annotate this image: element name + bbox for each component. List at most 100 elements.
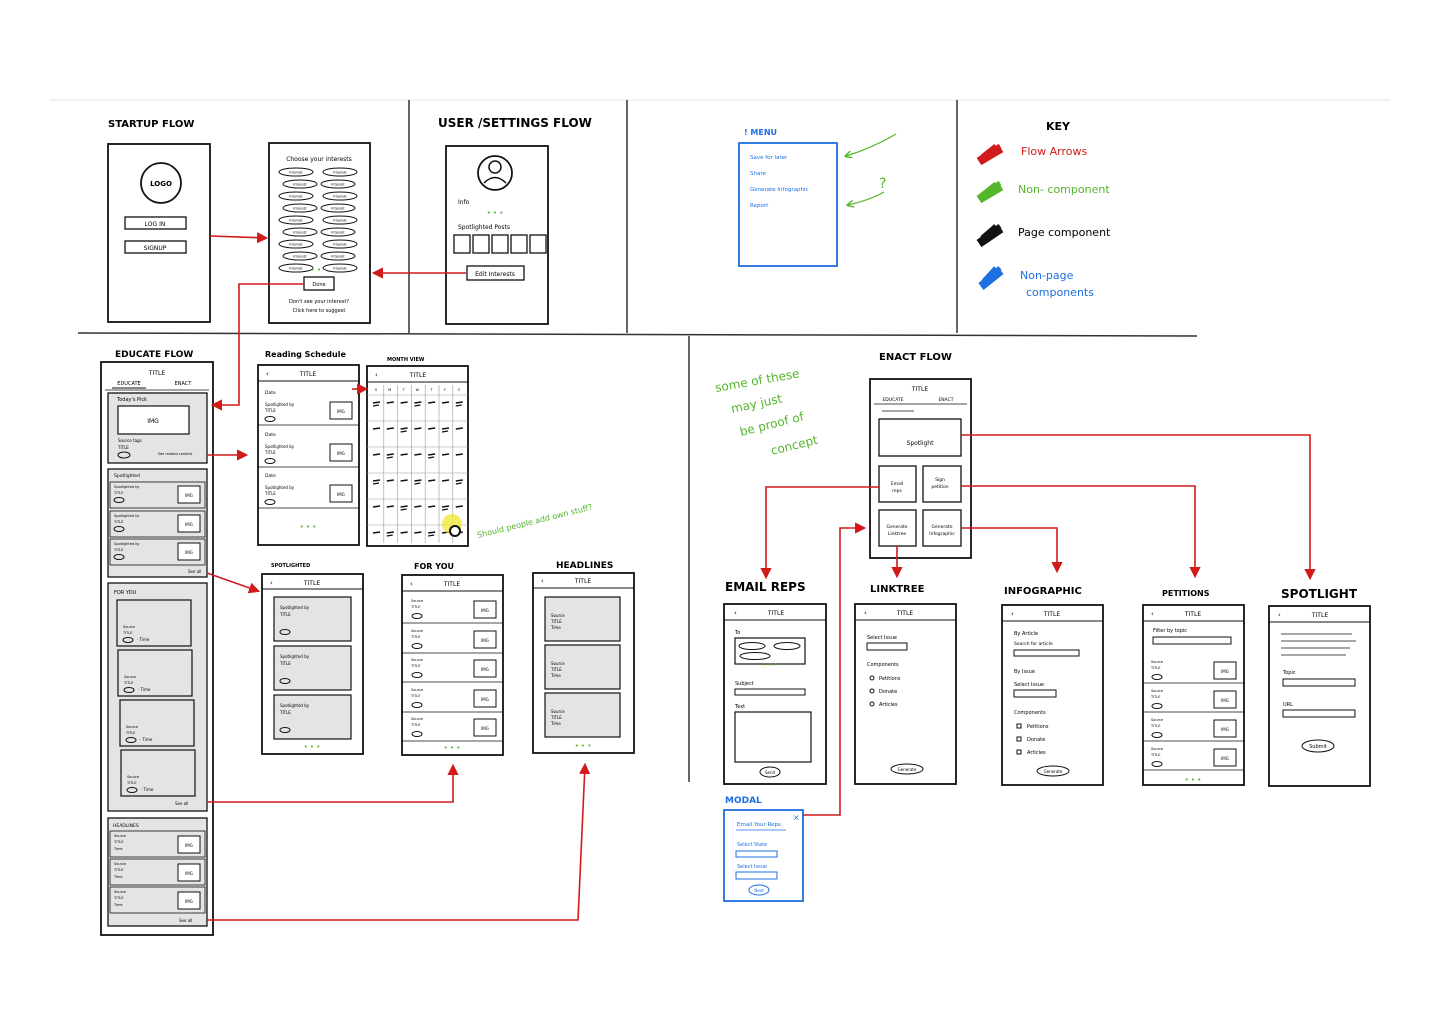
calendar-event-mark[interactable] [414, 453, 422, 456]
educate-tab-educate[interactable]: EDUCATE [117, 381, 140, 387]
calendar-event-mark[interactable] [455, 401, 463, 404]
calendar-event-mark[interactable] [386, 505, 394, 508]
menu-item[interactable]: Generate Infographic [750, 187, 809, 193]
email-body-input[interactable] [734, 711, 812, 763]
calendar-event-mark[interactable] [400, 453, 408, 456]
user-dots: • • • [487, 209, 504, 217]
calendar-event-mark[interactable] [372, 453, 381, 456]
calendar-event-mark[interactable] [414, 479, 422, 482]
foryou-see-all[interactable]: See all [175, 801, 188, 806]
interest-pill-label: Interest [293, 207, 307, 211]
petitions-filter-input[interactable] [1152, 636, 1232, 645]
petitions-back-icon[interactable]: ‹ [1151, 610, 1154, 618]
calendar-event-mark[interactable] [455, 505, 463, 508]
todays-pick-source: Source tags [118, 438, 142, 443]
calendar-event-mark[interactable] [441, 453, 450, 456]
foryou-card[interactable] [117, 649, 193, 697]
calendar-event-mark[interactable] [455, 479, 463, 482]
row-thumbnail-label: IMG [1221, 727, 1229, 732]
calendar-event-mark[interactable] [441, 427, 450, 430]
infographic-article-search[interactable] [1013, 649, 1080, 657]
foryou-card[interactable] [120, 749, 196, 797]
calendar-event-mark[interactable] [372, 505, 381, 508]
spotlight-topic-input[interactable] [1282, 678, 1356, 687]
foryou-card[interactable] [116, 599, 192, 647]
headlines-see-all[interactable]: See all [179, 918, 192, 923]
spotlighted-see-all[interactable]: See all [188, 569, 201, 574]
calendar-event-mark[interactable] [428, 401, 436, 404]
calendar-event-mark[interactable] [428, 505, 436, 508]
calendar-event-mark[interactable] [455, 453, 463, 456]
calendar-event-mark[interactable] [400, 479, 408, 482]
calendar-event-mark[interactable] [428, 531, 436, 534]
educate-tab-enact[interactable]: ENACT [175, 381, 193, 387]
spotlighted-post-thumb[interactable] [472, 234, 490, 254]
calendar-event-mark[interactable] [372, 479, 381, 482]
calendar-event-mark[interactable] [455, 427, 463, 430]
foryou-back-icon[interactable]: ‹ [410, 580, 413, 588]
calendar-event-mark[interactable] [441, 479, 450, 482]
calendar-event-mark[interactable] [414, 401, 422, 404]
calendar-event-mark[interactable] [441, 401, 450, 404]
interest-pill-label: Interest [333, 195, 347, 199]
calendar-event-mark[interactable] [414, 505, 422, 508]
calendar-event-mark[interactable] [428, 427, 436, 430]
row-thumbnail-label: IMG [1221, 698, 1229, 703]
menu-item[interactable]: Report [750, 203, 769, 209]
spotlight-url-input[interactable] [1282, 709, 1356, 718]
spotlight-label: SPOTLIGHT [1281, 587, 1358, 601]
spot-list-back-icon[interactable]: ‹ [270, 579, 273, 587]
calendar-event-mark[interactable] [386, 401, 394, 404]
foryou-card[interactable] [119, 699, 195, 747]
calendar-event-mark[interactable] [400, 531, 408, 534]
calendar-event-mark[interactable] [414, 531, 422, 534]
modal-issue-select[interactable] [735, 871, 778, 880]
headlines-back-icon[interactable]: ‹ [541, 577, 544, 585]
headline-row-time: Time [113, 847, 123, 851]
tile-sign-petition[interactable] [922, 465, 962, 503]
calendar-event-mark[interactable] [428, 453, 436, 456]
modal-state-select[interactable] [735, 850, 778, 858]
enact-spotlight-card[interactable] [878, 418, 962, 457]
spotlight-back-icon[interactable]: ‹ [1278, 611, 1281, 619]
linktree-issue-select[interactable] [866, 642, 908, 651]
reading-back-icon[interactable]: ‹ [266, 370, 269, 378]
calendar-event-mark[interactable] [386, 427, 394, 430]
legend-swatch-red [976, 143, 1004, 166]
spotlighted-post-thumb[interactable] [453, 234, 471, 254]
enact-tab-educate[interactable]: EDUCATE [882, 397, 903, 403]
headline-card-time: Time [550, 673, 561, 678]
calendar-add-icon[interactable] [449, 525, 461, 537]
spotlighted-post-thumb[interactable] [529, 234, 547, 254]
menu-item[interactable]: Share [750, 171, 766, 177]
calendar-event-mark[interactable] [414, 427, 422, 430]
email-dots: • • • [763, 662, 777, 669]
email-back-icon[interactable]: ‹ [734, 609, 737, 617]
spotlighted-post-thumb[interactable] [510, 234, 528, 254]
email-subject-input[interactable] [734, 688, 806, 696]
modal-close-icon[interactable]: × [793, 813, 800, 822]
spotlighted-post-thumb[interactable] [491, 234, 509, 254]
todays-pick-more[interactable]: See related content [158, 452, 193, 456]
linktree-back-icon[interactable]: ‹ [864, 609, 867, 617]
infographic-back-icon[interactable]: ‹ [1011, 610, 1014, 618]
calendar-event-mark[interactable] [441, 505, 450, 508]
email-recipients-box[interactable] [734, 637, 806, 665]
infographic-issue-select[interactable] [1013, 689, 1057, 698]
month-back-icon[interactable]: ‹ [375, 371, 378, 379]
calendar-event-mark[interactable] [400, 401, 408, 404]
calendar-event-mark[interactable] [372, 531, 381, 534]
menu-item[interactable]: Save for later [750, 155, 788, 161]
email-title: TITLE [767, 610, 784, 617]
calendar-event-mark[interactable] [386, 479, 394, 482]
calendar-event-mark[interactable] [372, 401, 381, 404]
calendar-event-mark[interactable] [400, 427, 408, 430]
petition-row-title: TITLE [1150, 724, 1160, 728]
enact-tab-enact[interactable]: ENACT [938, 397, 953, 403]
calendar-event-mark[interactable] [386, 531, 394, 534]
calendar-event-mark[interactable] [400, 505, 408, 508]
calendar-event-mark[interactable] [386, 453, 394, 456]
calendar-event-mark[interactable] [372, 427, 381, 430]
calendar-event-mark[interactable] [428, 479, 436, 482]
todays-pick-title: TITLE [117, 445, 129, 450]
